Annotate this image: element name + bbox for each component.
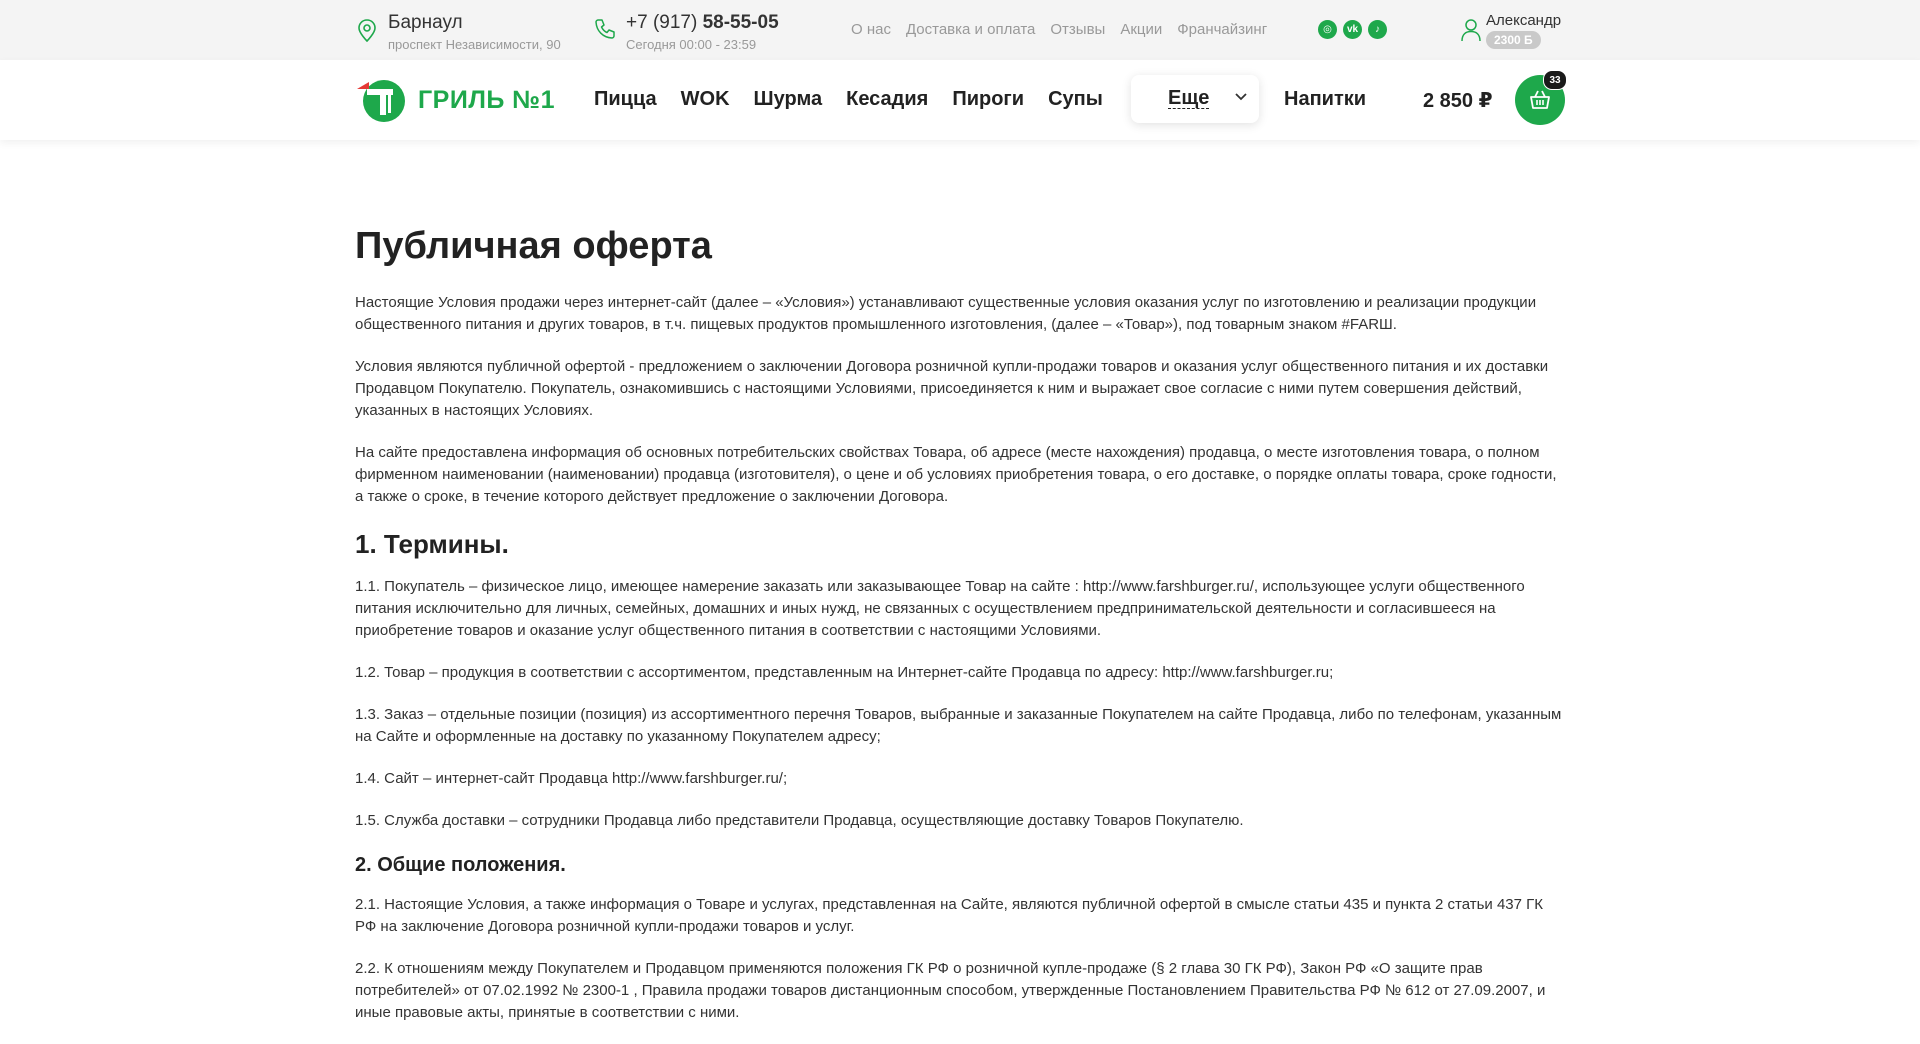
tiktok-icon[interactable]: ♪ bbox=[1368, 20, 1387, 39]
intro-paragraph: Условия являются публичной офертой - пре… bbox=[355, 358, 1549, 419]
phone-number[interactable]: +7 (917) 58-55-05 bbox=[626, 12, 779, 34]
menu-item-soups[interactable]: Супы bbox=[1048, 88, 1103, 111]
bonus-badge: 2300 Б bbox=[1486, 31, 1541, 49]
link-franchise[interactable]: Франчайзинг bbox=[1177, 21, 1267, 38]
phone-icon bbox=[595, 19, 615, 39]
term-paragraph: 1.2. Товар – продукция в соответствии с … bbox=[355, 664, 1334, 681]
more-label: Еще bbox=[1168, 87, 1210, 109]
menu-item-pizza[interactable]: Пицца bbox=[594, 88, 657, 111]
offer-content: Публичная оферта Настоящие Условия прода… bbox=[355, 222, 1565, 1044]
location-pin-icon bbox=[358, 19, 376, 43]
category-menu: Пицца WOK Шурма Кесадия Пироги Супы bbox=[594, 88, 1127, 111]
intro-paragraph: Настоящие Условия продажи через интернет… bbox=[355, 294, 1537, 333]
user-icon bbox=[1461, 19, 1481, 42]
menu-item-shurma[interactable]: Шурма bbox=[754, 88, 823, 111]
more-dropdown[interactable]: Еще bbox=[1131, 75, 1259, 123]
menu-item-quesadilla[interactable]: Кесадия bbox=[846, 88, 928, 111]
menu-item-pies[interactable]: Пироги bbox=[952, 88, 1024, 111]
intro-paragraph: На сайте предоставлена информация об осн… bbox=[355, 444, 1557, 505]
cart-button[interactable]: 33 bbox=[1515, 70, 1567, 125]
instagram-icon[interactable]: ◎ bbox=[1318, 20, 1337, 39]
city-name[interactable]: Барнаул bbox=[388, 12, 463, 34]
section-general-title: 2. Общие положения. bbox=[355, 854, 566, 876]
general-paragraph: 2.2. К отношениям между Покупателем и Пр… bbox=[355, 960, 1546, 1021]
page-title: Публичная оферта bbox=[355, 225, 712, 267]
phone-main: 58-55-05 bbox=[702, 12, 779, 33]
term-paragraph: 1.3. Заказ – отдельные позиции (позиция)… bbox=[355, 706, 1562, 745]
term-paragraph: 1.4. Сайт – интернет-сайт Продавца http:… bbox=[355, 770, 788, 787]
logo-text: ГРИЛЬ №1 bbox=[418, 86, 556, 114]
link-reviews[interactable]: Отзывы bbox=[1050, 21, 1105, 38]
working-hours: Сегодня 00:00 - 23:59 bbox=[626, 37, 757, 52]
restaurant-address: проспект Независимости, 90 bbox=[388, 37, 561, 52]
user-name[interactable]: Александр bbox=[1486, 12, 1561, 29]
chevron-down-icon bbox=[1235, 93, 1247, 101]
term-paragraph: 1.1. Покупатель – физическое лицо, имеющ… bbox=[355, 578, 1525, 639]
general-paragraph: 2.1. Настоящие Условия, а также информац… bbox=[355, 896, 1544, 935]
link-promotions[interactable]: Акции bbox=[1120, 21, 1162, 38]
top-bar: Барнаул проспект Независимости, 90 +7 (9… bbox=[0, 0, 1920, 60]
cart-total[interactable]: 2 850 ₽ bbox=[1423, 88, 1493, 113]
menu-item-drinks[interactable]: Напитки bbox=[1284, 88, 1366, 111]
vk-icon[interactable]: vk bbox=[1343, 20, 1362, 39]
menu-item-wok[interactable]: WOK bbox=[681, 88, 730, 111]
logo[interactable]: ГРИЛЬ №1 bbox=[355, 77, 555, 125]
logo-mark-icon bbox=[357, 80, 405, 122]
term-paragraph: 1.5. Служба доставки – сотрудники Продав… bbox=[355, 812, 1244, 829]
basket-icon bbox=[1530, 90, 1550, 109]
link-delivery[interactable]: Доставка и оплата bbox=[906, 21, 1035, 38]
social-links: ◎ vk ♪ bbox=[1318, 20, 1387, 39]
phone-prefix: +7 (917) bbox=[626, 12, 703, 33]
top-links: О нас Доставка и оплата Отзывы Акции Фра… bbox=[851, 21, 1267, 38]
cart-count-badge: 33 bbox=[1543, 70, 1567, 90]
main-nav: ГРИЛЬ №1 Пицца WOK Шурма Кесадия Пироги … bbox=[0, 60, 1920, 140]
section-terms-title: 1. Термины. bbox=[355, 529, 509, 559]
link-about[interactable]: О нас bbox=[851, 21, 891, 38]
